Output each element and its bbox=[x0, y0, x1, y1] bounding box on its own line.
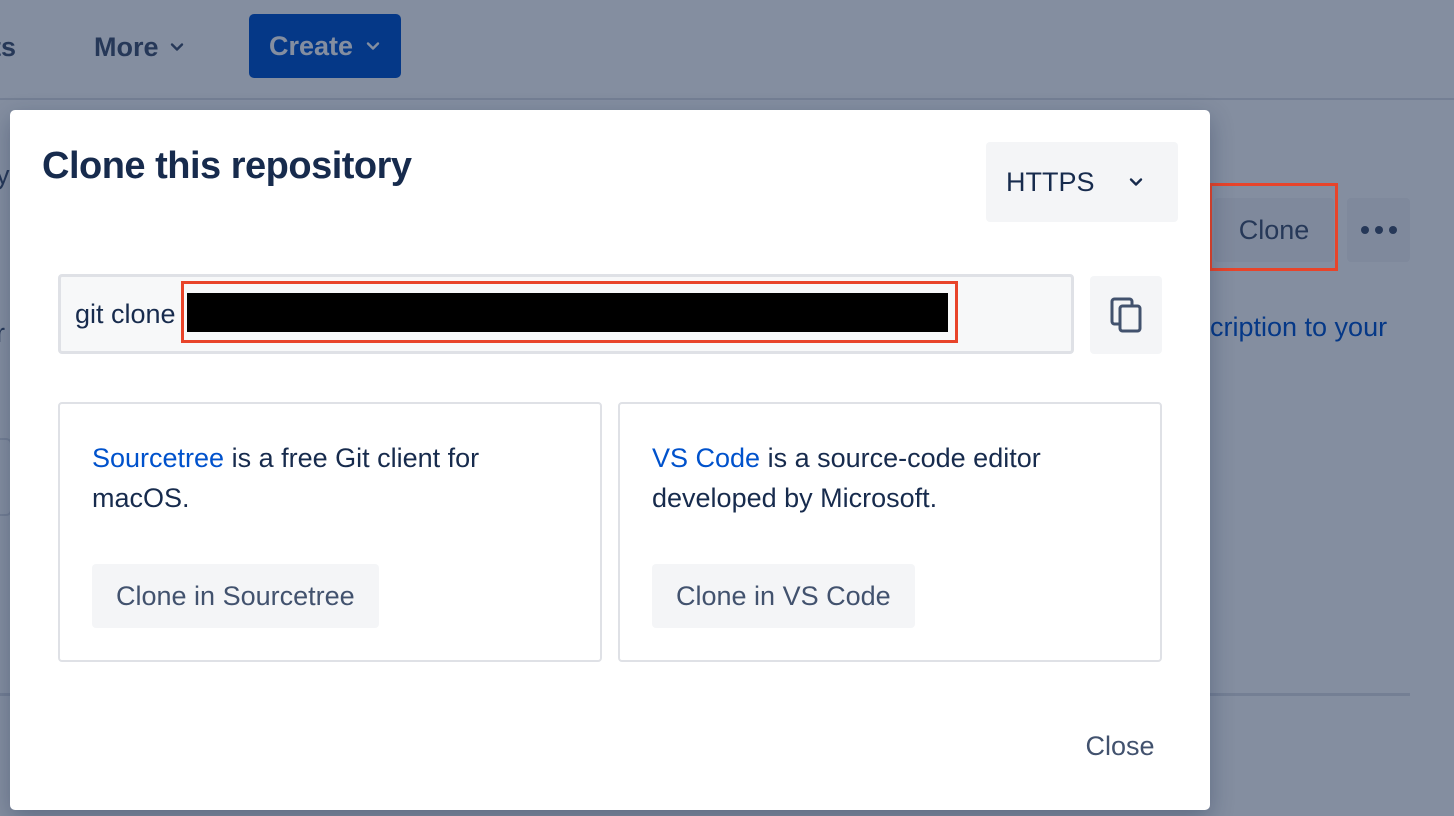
close-button-label: Close bbox=[1085, 730, 1155, 761]
vscode-link[interactable]: VS Code bbox=[652, 443, 760, 473]
sourcetree-description: Sourcetree is a free Git client for macO… bbox=[92, 438, 562, 518]
copy-button[interactable] bbox=[1090, 276, 1162, 354]
clone-in-sourcetree-button[interactable]: Clone in Sourcetree bbox=[92, 564, 379, 628]
clone-repository-dialog: Clone this repository HTTPS git clone So… bbox=[10, 110, 1210, 810]
clone-in-vscode-button[interactable]: Clone in VS Code bbox=[652, 564, 915, 628]
repository-url-highlight bbox=[181, 281, 958, 343]
clone-in-sourcetree-label: Clone in Sourcetree bbox=[116, 580, 355, 611]
clone-command-prefix: git clone bbox=[75, 299, 176, 329]
clone-in-vscode-label: Clone in VS Code bbox=[676, 580, 891, 611]
copy-icon bbox=[1110, 297, 1142, 333]
protocol-select[interactable]: HTTPS bbox=[986, 142, 1178, 222]
sourcetree-card: Sourcetree is a free Git client for macO… bbox=[58, 402, 602, 662]
clone-button-highlight bbox=[1209, 183, 1338, 271]
protocol-select-value: HTTPS bbox=[1006, 166, 1095, 197]
dialog-title: Clone this repository bbox=[42, 145, 412, 187]
vscode-description: VS Code is a source-code editor develope… bbox=[652, 438, 1122, 518]
vscode-card: VS Code is a source-code editor develope… bbox=[618, 402, 1162, 662]
sourcetree-link[interactable]: Sourcetree bbox=[92, 443, 224, 473]
close-button[interactable]: Close bbox=[1058, 714, 1182, 778]
chevron-down-icon bbox=[1128, 174, 1144, 190]
